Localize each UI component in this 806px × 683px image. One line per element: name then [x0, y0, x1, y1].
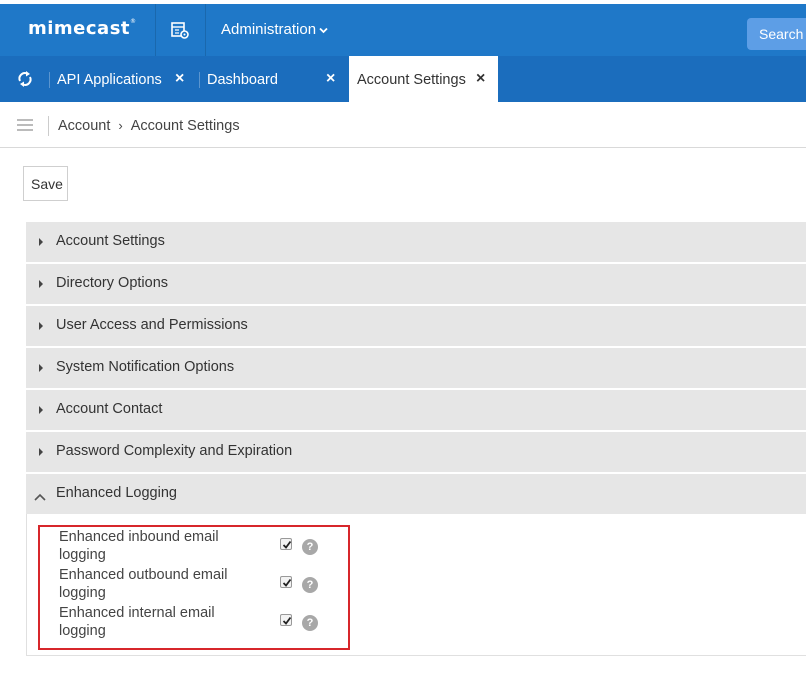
- section-account-settings[interactable]: Account Settings: [26, 222, 806, 262]
- section-account-contact[interactable]: Account Contact: [26, 390, 806, 430]
- refresh-icon[interactable]: [15, 69, 35, 89]
- breadcrumb-bar: Account › Account Settings: [0, 102, 806, 148]
- expand-triangle-icon: [39, 280, 43, 288]
- breadcrumb-separator: ›: [118, 118, 123, 133]
- tab-account-settings[interactable]: Account Settings ×: [349, 56, 498, 102]
- section-directory-options[interactable]: Directory Options: [26, 264, 806, 304]
- tab-bar: API Applications × Dashboard × Account S…: [0, 56, 806, 102]
- search-button[interactable]: Search: [747, 18, 806, 50]
- checkbox-outbound-logging[interactable]: [280, 576, 292, 588]
- section-label: Account Settings: [56, 233, 165, 249]
- tab-label: API Applications: [57, 72, 162, 88]
- option-label-internal: Enhanced internal email logging: [59, 605, 215, 639]
- section-label: User Access and Permissions: [56, 317, 248, 333]
- expand-triangle-icon: [39, 448, 43, 456]
- divider: [155, 4, 156, 56]
- expand-triangle-icon: [39, 406, 43, 414]
- close-icon[interactable]: ×: [476, 70, 485, 88]
- section-label: Account Contact: [56, 401, 163, 417]
- checkbox-inbound-logging[interactable]: [280, 538, 292, 550]
- mimecast-logo[interactable]: mimecast®: [28, 18, 137, 39]
- save-button[interactable]: Save: [23, 166, 68, 201]
- chevron-down-icon: [319, 25, 328, 37]
- section-enhanced-logging[interactable]: Enhanced Logging: [26, 474, 806, 514]
- top-navbar: mimecast® Administration Search: [0, 4, 806, 56]
- breadcrumb-root[interactable]: Account: [58, 118, 110, 134]
- help-icon[interactable]: ?: [302, 615, 318, 631]
- tab-label: Dashboard: [207, 72, 278, 88]
- section-label: Password Complexity and Expiration: [56, 443, 293, 459]
- breadcrumb-current: Account Settings: [130, 118, 240, 134]
- chevron-up-icon: [33, 489, 47, 501]
- expand-triangle-icon: [39, 322, 43, 330]
- apps-settings-icon[interactable]: [170, 20, 190, 40]
- section-label: Directory Options: [56, 275, 169, 291]
- option-label-outbound: Enhanced outbound email logging: [59, 567, 228, 601]
- help-icon[interactable]: ?: [302, 539, 318, 555]
- divider: [205, 4, 206, 56]
- close-icon[interactable]: ×: [326, 70, 335, 88]
- option-label-inbound: Enhanced inbound email logging: [59, 529, 219, 563]
- expand-triangle-icon: [39, 238, 43, 246]
- expand-triangle-icon: [39, 364, 43, 372]
- administration-menu-label: Administration: [221, 21, 317, 38]
- section-password-complexity[interactable]: Password Complexity and Expiration: [26, 432, 806, 472]
- help-icon[interactable]: ?: [302, 577, 318, 593]
- section-system-notification-options[interactable]: System Notification Options: [26, 348, 806, 388]
- section-label: Enhanced Logging: [56, 485, 177, 501]
- tab-dashboard[interactable]: Dashboard ×: [199, 56, 349, 102]
- checkbox-internal-logging[interactable]: [280, 614, 292, 626]
- tab-api-applications[interactable]: API Applications ×: [49, 56, 199, 102]
- divider: [48, 116, 49, 136]
- administration-menu[interactable]: Administration: [221, 21, 328, 38]
- tab-label: Account Settings: [357, 72, 466, 88]
- hamburger-menu-icon[interactable]: [17, 119, 33, 132]
- close-icon[interactable]: ×: [175, 70, 184, 88]
- breadcrumb: Account › Account Settings: [58, 118, 240, 134]
- section-label: System Notification Options: [56, 359, 235, 375]
- section-user-access-permissions[interactable]: User Access and Permissions: [26, 306, 806, 346]
